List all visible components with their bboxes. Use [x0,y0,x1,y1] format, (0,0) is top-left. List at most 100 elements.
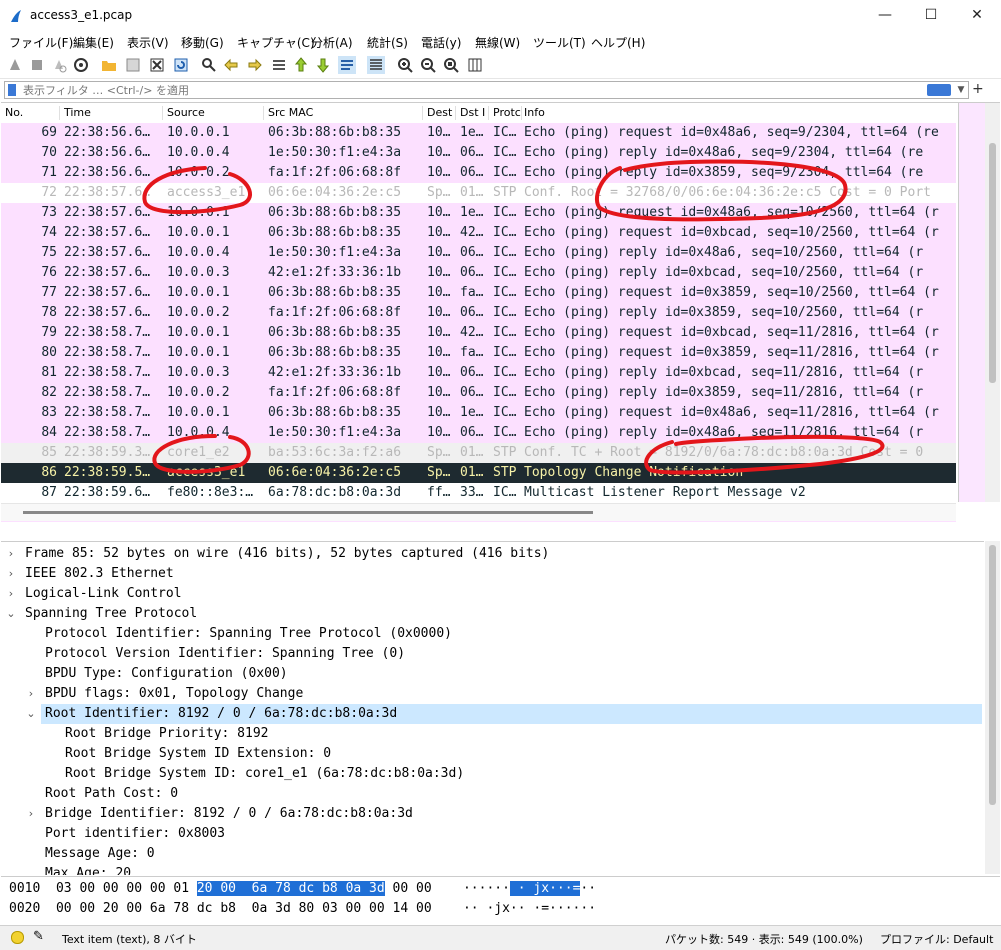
menu-wireless[interactable]: 無線(W) [475,34,520,51]
packet-list-horizontal-scrollbar[interactable] [1,503,956,521]
detail-tree-item[interactable]: Spanning Tree Protocol [25,604,197,624]
detail-tree-item[interactable]: Logical-Link Control [25,584,182,604]
packet-row[interactable]: 73 22:38:57.6… 10.0.0.1 06:3b:88:6b:b8:35 10… [1,203,956,223]
find-packet-search-icon[interactable] [200,56,218,74]
detail-tree-item[interactable]: Root Bridge Priority: 8192 [65,724,269,744]
scrollbar-thumb[interactable] [989,143,996,383]
menu-capture[interactable]: キャプチャ(C) [237,34,315,51]
menu-analyze[interactable]: 分析(A) [311,34,353,51]
column-header-src-mac[interactable]: Src MAC [268,106,423,120]
column-header-source[interactable]: Source [167,106,264,120]
packet-row[interactable]: 76 22:38:57.6… 10.0.0.3 42:e1:2f:33:36:1b 10… [1,263,956,283]
column-header-time[interactable]: Time [64,106,163,120]
packet-row[interactable]: 71 22:38:56.6… 10.0.0.2 fa:1f:2f:06:68:8f 10… [1,163,956,183]
detail-tree-item[interactable]: Root Bridge System ID Extension: 0 [65,744,331,764]
go-to-packet-icon[interactable] [270,56,288,74]
column-header-info[interactable]: Info [524,106,952,120]
menu-file[interactable]: ファイル(F) [9,34,73,51]
detail-tree-item[interactable]: Root Identifier: 8192 / 0 / 6a:78:dc:b8:… [45,704,397,724]
scrollbar-thumb[interactable] [23,511,593,514]
last-packet-icon[interactable] [314,56,332,74]
detail-tree-item[interactable]: Frame 85: 52 bytes on wire (416 bits), 5… [25,544,549,564]
detail-tree-item[interactable]: Port identifier: 0x8003 [45,824,225,844]
packet-minimap[interactable] [958,103,985,502]
menu-view[interactable]: 表示(V) [127,34,169,51]
reload-file-icon[interactable] [172,56,190,74]
packet-row[interactable]: 87 22:38:59.6… fe80::8e3:… 6a:78:dc:b8:0a:3… [1,483,956,503]
display-filter-input[interactable] [23,82,903,98]
packet-row[interactable]: 84 22:38:58.7… 10.0.0.4 1e:50:30:f1:e4:3a 10… [1,423,956,443]
column-header-protocol[interactable]: Protc [493,106,522,120]
stop-capture-icon[interactable] [28,56,46,74]
chevron-right-icon[interactable]: › [5,567,17,580]
packet-row[interactable]: 81 22:38:58.7… 10.0.0.3 42:e1:2f:33:36:1b 10… [1,363,956,383]
colorize-icon[interactable] [367,56,385,74]
detail-tree-item[interactable]: Root Path Cost: 0 [45,784,178,804]
go-forward-arrow-icon[interactable] [246,56,264,74]
detail-tree-item[interactable]: Message Age: 0 [45,844,155,864]
column-header-dst-mac[interactable]: Dst I [460,106,489,120]
add-filter-button-plus-icon[interactable]: + [972,81,984,97]
capture-options-gear-icon[interactable] [72,56,90,74]
chevron-right-icon[interactable]: › [25,687,37,700]
chevron-down-icon[interactable]: ⌄ [25,707,37,720]
detail-tree-item[interactable]: IEEE 802.3 Ethernet [25,564,174,584]
details-vertical-scrollbar[interactable] [985,541,1000,874]
packet-row[interactable]: 72 22:38:57.6… access3_e1 06:6e:04:36:2e:c5… [1,183,956,203]
packet-list-vertical-scrollbar[interactable] [985,103,1000,502]
detail-tree-item[interactable]: Max Age: 20 [45,864,131,875]
packet-row[interactable]: 70 22:38:56.6… 10.0.0.4 1e:50:30:f1:e4:3a 10… [1,143,956,163]
packet-row[interactable]: 75 22:38:57.6… 10.0.0.4 1e:50:30:f1:e4:3a 10… [1,243,956,263]
filter-bookmark-icon[interactable] [8,84,16,96]
detail-tree-item[interactable]: BPDU Type: Configuration (0x00) [45,664,288,684]
column-header-dest[interactable]: Dest [427,106,456,120]
save-file-icon[interactable] [124,56,142,74]
close-button[interactable]: ✕ [954,0,1000,30]
menu-help[interactable]: ヘルプ(H) [591,34,645,51]
menu-telephony[interactable]: 電話(y) [421,34,461,51]
status-profile[interactable]: プロファイル: Default [880,931,993,947]
packet-row[interactable]: 80 22:38:58.7… 10.0.0.1 06:3b:88:6b:b8:35 10… [1,343,956,363]
packet-row[interactable]: 82 22:38:58.7… 10.0.0.2 fa:1f:2f:06:68:8f 10… [1,383,956,403]
detail-tree-item[interactable]: Protocol Version Identifier: Spanning Tr… [45,644,405,664]
chevron-down-icon[interactable]: ⌄ [5,607,17,620]
hex-line[interactable]: 0010 03 00 00 00 00 01 20 00 6a 78 dc b8… [9,879,596,899]
expert-info-indicator-icon[interactable] [11,931,24,944]
detail-tree-item[interactable]: Protocol Identifier: Spanning Tree Proto… [45,624,452,644]
go-back-arrow-icon[interactable] [222,56,240,74]
filter-history-chevron-down-icon[interactable]: ▼ [955,83,967,97]
close-file-icon[interactable] [148,56,166,74]
zoom-in-icon[interactable] [396,56,414,74]
restart-capture-icon[interactable] [50,56,68,74]
zoom-out-icon[interactable] [419,56,437,74]
apply-filter-arrow-icon[interactable] [927,84,951,96]
edit-comment-pencil-icon[interactable]: ✎ [33,929,44,944]
menu-edit[interactable]: 編集(E) [73,34,114,51]
start-capture-icon[interactable] [6,56,24,74]
packet-row[interactable]: 74 22:38:57.6… 10.0.0.1 06:3b:88:6b:b8:35 10… [1,223,956,243]
open-folder-icon[interactable] [100,56,118,74]
detail-tree-item[interactable]: Root Bridge System ID: core1_e1 (6a:78:d… [65,764,464,784]
detail-tree-item[interactable]: BPDU flags: 0x01, Topology Change [45,684,303,704]
minimize-button[interactable]: — [862,0,908,30]
packet-row[interactable]: 77 22:38:57.6… 10.0.0.1 06:3b:88:6b:b8:35 10… [1,283,956,303]
resize-columns-icon[interactable] [466,56,484,74]
hex-line[interactable]: 0020 00 00 20 00 6a 78 dc b8 0a 3d 80 03… [9,899,596,919]
normal-size-icon[interactable] [442,56,460,74]
packet-row[interactable]: 79 22:38:58.7… 10.0.0.1 06:3b:88:6b:b8:35 10… [1,323,956,343]
chevron-right-icon[interactable]: › [5,547,17,560]
packet-row[interactable]: 69 22:38:56.6… 10.0.0.1 06:3b:88:6b:b8:35 10… [1,123,956,143]
menu-go[interactable]: 移動(G) [181,34,224,51]
column-header-no[interactable]: No. [5,106,60,120]
menu-tools[interactable]: ツール(T) [533,34,586,51]
first-packet-icon[interactable] [292,56,310,74]
autoscroll-icon[interactable] [338,56,356,74]
packet-row[interactable]: 78 22:38:57.6… 10.0.0.2 fa:1f:2f:06:68:8f 10… [1,303,956,323]
chevron-right-icon[interactable]: › [25,807,37,820]
chevron-right-icon[interactable]: › [5,587,17,600]
packet-row[interactable]: 85 22:38:59.3… core1_e2 ba:53:6c:3a:f2:a6 Sp… [1,443,956,463]
scrollbar-thumb[interactable] [989,545,996,805]
menu-statistics[interactable]: 統計(S) [367,34,408,51]
packet-row[interactable]: 83 22:38:58.7… 10.0.0.1 06:3b:88:6b:b8:35 10… [1,403,956,423]
detail-tree-item[interactable]: Bridge Identifier: 8192 / 0 / 6a:78:dc:b… [45,804,413,824]
